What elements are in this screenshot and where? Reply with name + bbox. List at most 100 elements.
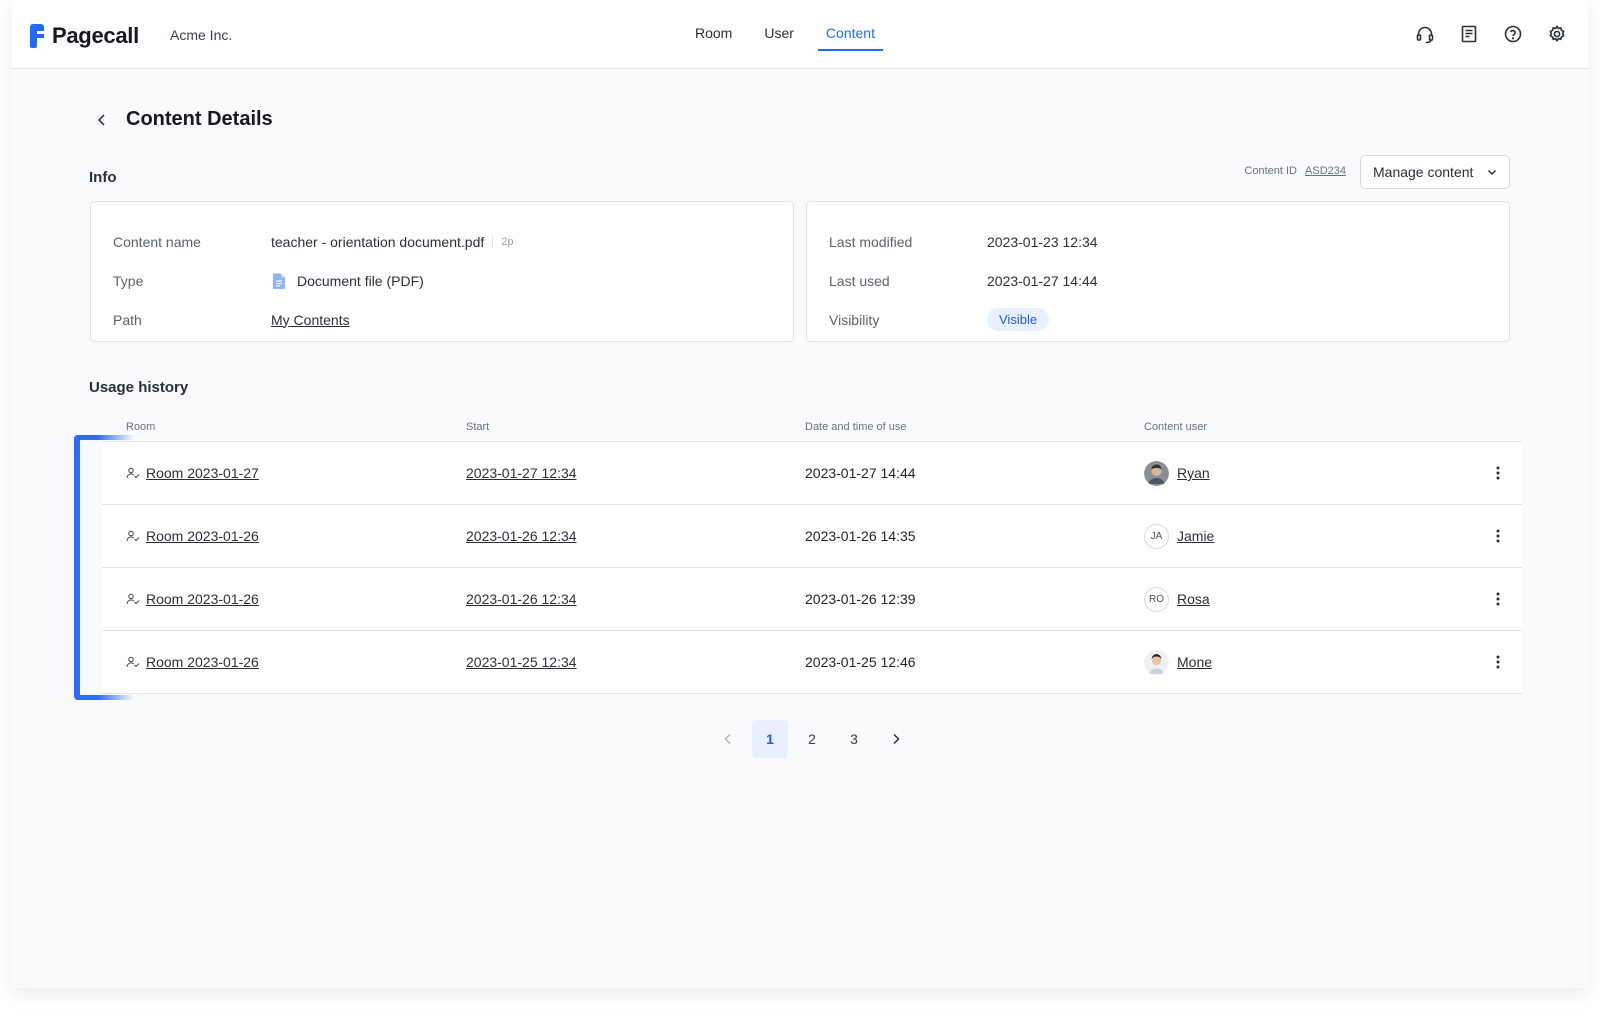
room-link[interactable]: Room 2023-01-26 <box>146 528 259 544</box>
info-card-left: Content name teacher - orientation docum… <box>90 201 794 342</box>
usage-section-title: Usage history <box>89 379 189 396</box>
table-row: Room 2023-01-26 2023-01-26 12:34 2023-01… <box>102 568 1522 631</box>
help-icon <box>1504 25 1522 43</box>
last-modified-label: Last modified <box>829 233 913 250</box>
gear-icon <box>1549 25 1565 43</box>
logo-text: Pagecall <box>52 23 139 48</box>
content-name-row: Content name teacher - orientation docum… <box>113 222 771 261</box>
avatar <box>1144 649 1169 675</box>
visibility-value: Visible <box>987 308 1050 331</box>
table-row: Room 2023-01-27 2023-01-27 12:34 2023-01… <box>102 442 1522 505</box>
used-time: 2023-01-27 14:44 <box>805 465 916 481</box>
user-photo-icon <box>1144 649 1169 675</box>
docs-button[interactable] <box>1458 23 1480 45</box>
chevron-left-icon <box>97 113 105 126</box>
nav-room[interactable]: Room <box>679 0 748 69</box>
kebab-icon <box>1496 592 1500 606</box>
selection-highlight-bottom <box>74 695 134 700</box>
table-header: Room Start Date and time of use Content … <box>102 412 1522 442</box>
notes-icon <box>1461 25 1477 43</box>
selection-highlight <box>74 435 80 700</box>
selection-highlight-top <box>74 435 134 440</box>
next-page-button[interactable] <box>878 720 914 758</box>
last-used-row: Last used 2023-01-27 14:44 <box>829 261 1487 300</box>
document-file-icon <box>273 273 285 289</box>
content-name-text: teacher - orientation document.pdf <box>271 233 485 250</box>
nav-content[interactable]: Content <box>810 0 891 69</box>
user-link[interactable]: Ryan <box>1177 465 1210 481</box>
user-link[interactable]: Jamie <box>1177 528 1214 544</box>
room-user-icon <box>126 656 140 668</box>
support-button[interactable] <box>1414 23 1436 45</box>
chevron-down-icon <box>1487 169 1497 176</box>
app-window: Pagecall Acme Inc. Room User Content Con… <box>12 0 1588 988</box>
content-name-label: Content name <box>113 233 201 250</box>
chevron-left-icon <box>724 733 731 745</box>
last-modified-value: 2023-01-23 12:34 <box>987 233 1098 250</box>
start-link[interactable]: 2023-01-25 12:34 <box>466 654 805 670</box>
content-id: Content ID ASD234 <box>1244 165 1346 177</box>
column-room: Room <box>126 420 156 433</box>
table-row: Room 2023-01-26 2023-01-26 12:34 2023-01… <box>102 505 1522 568</box>
organization-name: Acme Inc. <box>170 27 233 43</box>
room-link[interactable]: Room 2023-01-26 <box>146 591 259 607</box>
column-content-user: Content user <box>1144 420 1207 433</box>
last-used-label: Last used <box>829 272 890 289</box>
used-time: 2023-01-26 12:39 <box>805 591 916 607</box>
path-link[interactable]: My Contents <box>271 312 350 328</box>
room-link[interactable]: Room 2023-01-27 <box>146 465 259 481</box>
page-count: 2p <box>492 235 514 248</box>
used-time: 2023-01-25 12:46 <box>805 654 916 670</box>
info-card-right: Last modified 2023-01-23 12:34 Last used… <box>806 201 1510 342</box>
header-tools <box>1414 23 1568 45</box>
page-title: Content Details <box>126 108 273 130</box>
user-link[interactable]: Mone <box>1177 654 1212 670</box>
settings-button[interactable] <box>1546 23 1568 45</box>
start-link[interactable]: 2023-01-26 12:34 <box>466 528 805 544</box>
type-value: Document file (PDF) <box>271 272 424 290</box>
help-button[interactable] <box>1502 23 1524 45</box>
column-date-time: Date and time of use <box>805 420 907 433</box>
nav-user[interactable]: User <box>748 0 810 69</box>
chevron-right-icon <box>893 733 900 745</box>
used-time: 2023-01-26 14:35 <box>805 528 916 544</box>
back-button[interactable] <box>92 110 112 130</box>
content-id-value[interactable]: ASD234 <box>1305 165 1346 177</box>
path-label: Path <box>113 311 142 328</box>
room-user-icon <box>126 467 140 479</box>
room-user-icon <box>126 530 140 542</box>
content-id-label: Content ID <box>1244 165 1298 177</box>
row-menu-button[interactable] <box>1488 526 1508 546</box>
row-menu-button[interactable] <box>1488 589 1508 609</box>
avatar: RO <box>1144 586 1169 612</box>
pagination: 1 2 3 <box>710 720 914 758</box>
row-menu-button[interactable] <box>1488 652 1508 672</box>
type-label: Type <box>113 272 144 289</box>
user-photo-icon <box>1144 460 1169 486</box>
manage-content-label: Manage content <box>1373 164 1474 180</box>
kebab-icon <box>1496 466 1500 480</box>
manage-content-button[interactable]: Manage content <box>1360 155 1510 189</box>
type-row: Type Document file (PDF) <box>113 261 771 300</box>
start-link[interactable]: 2023-01-26 12:34 <box>466 591 805 607</box>
visibility-badge: Visible <box>987 308 1050 331</box>
column-start: Start <box>466 420 490 433</box>
pagecall-logo-icon <box>30 24 44 48</box>
start-link[interactable]: 2023-01-27 12:34 <box>466 465 805 481</box>
room-link[interactable]: Room 2023-01-26 <box>146 654 259 670</box>
main-nav: Room User Content <box>679 0 891 69</box>
logo[interactable]: Pagecall <box>30 23 139 49</box>
page-3[interactable]: 3 <box>836 720 872 758</box>
info-section-title: Info <box>89 169 117 186</box>
row-menu-button[interactable] <box>1488 463 1508 483</box>
prev-page-button[interactable] <box>710 720 746 758</box>
user-link[interactable]: Rosa <box>1177 591 1210 607</box>
content-name-value: teacher - orientation document.pdf 2p <box>271 234 514 250</box>
kebab-icon <box>1496 655 1500 669</box>
page-1[interactable]: 1 <box>752 720 788 758</box>
last-used-value: 2023-01-27 14:44 <box>987 272 1098 289</box>
table-row: Room 2023-01-26 2023-01-25 12:34 2023-01… <box>102 631 1522 694</box>
last-modified-row: Last modified 2023-01-23 12:34 <box>829 222 1487 261</box>
headset-icon <box>1416 26 1434 44</box>
page-2[interactable]: 2 <box>794 720 830 758</box>
